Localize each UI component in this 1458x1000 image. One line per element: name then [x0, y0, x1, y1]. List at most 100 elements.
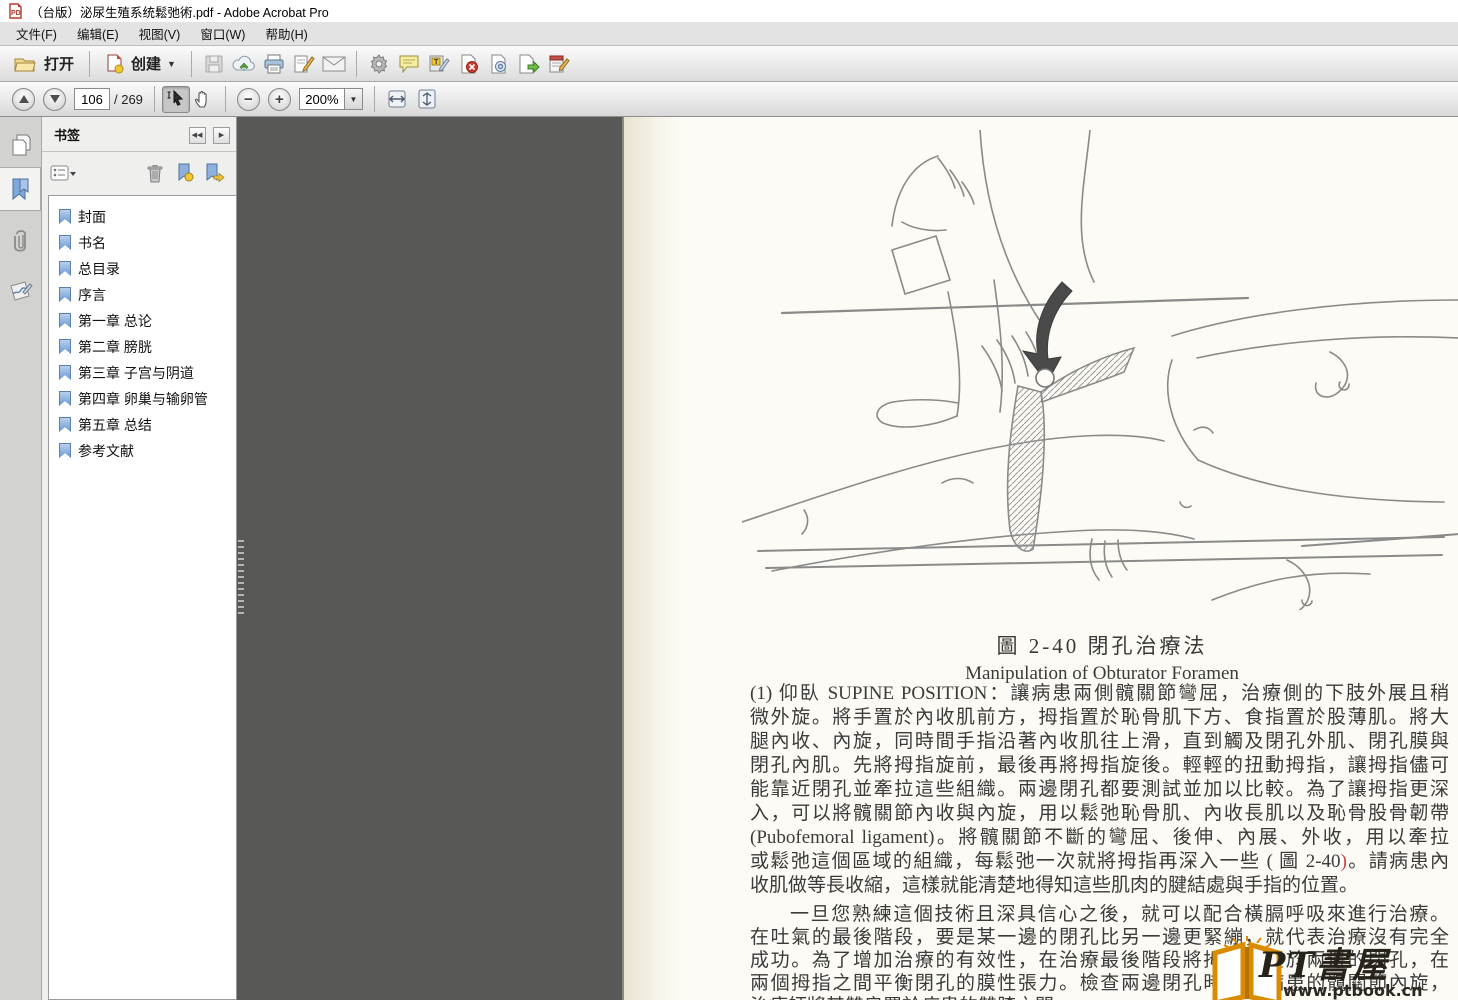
- gear-icon: [369, 53, 389, 74]
- toolbar-separator: [89, 50, 91, 77]
- select-tool-button[interactable]: [161, 85, 190, 113]
- panel-resize-handle[interactable]: [238, 540, 244, 614]
- bookmark-icon: [59, 365, 71, 380]
- toolbar-separator: [153, 86, 155, 112]
- main-toolbar: 打开 创建 ▼ T: [0, 46, 1458, 82]
- collapse-panel-button[interactable]: ◀◀: [188, 126, 206, 144]
- tab-attachments[interactable]: [0, 219, 41, 263]
- bookmark-item[interactable]: 参考文献: [59, 438, 232, 464]
- menu-item[interactable]: 帮助(H): [255, 21, 317, 46]
- bookmark-label: 书名: [78, 235, 106, 251]
- bookmark-item[interactable]: 第四章 卵巢与输卵管: [59, 386, 232, 412]
- attach-file-button[interactable]: [484, 50, 514, 78]
- forms-button[interactable]: [544, 50, 574, 78]
- open-button[interactable]: 打开: [6, 49, 82, 78]
- bookmark-item[interactable]: 第三章 子宫与阴道: [59, 360, 232, 386]
- bookmark-item[interactable]: 第五章 总结: [59, 412, 232, 438]
- options-menu-button[interactable]: [50, 161, 76, 185]
- bookmark-list: 封面书名总目录序言第一章 总论 第二章 膀胱 第三章 子宫与阴道 第四章 卵巢与输卵管…: [48, 195, 236, 1000]
- email-icon: [322, 55, 346, 73]
- new-bookmark-button[interactable]: [172, 161, 198, 185]
- pdf-page: 圖 2-40 閉孔治療法 Manipulation of Obturator F…: [622, 117, 1458, 1000]
- email-button[interactable]: [319, 50, 349, 78]
- bookmark-item[interactable]: 书名: [59, 230, 232, 256]
- menu-bar: 文件(F) 编辑(E) 视图(V) 窗口(W) 帮助(H): [0, 22, 1458, 46]
- fit-page-button[interactable]: [412, 85, 442, 113]
- export-icon: [518, 54, 540, 74]
- zoom-out-button[interactable]: −: [236, 87, 260, 111]
- bookmark-actions-button[interactable]: [202, 161, 228, 185]
- bookmark-label: 总目录: [78, 261, 120, 277]
- print-button[interactable]: [259, 50, 289, 78]
- page-number-input[interactable]: [74, 88, 110, 110]
- save-icon: [204, 54, 224, 74]
- acrobat-window: PD （台版）泌尿生殖系统鬆弛術.pdf - Adobe Acrobat Pro…: [0, 0, 1458, 1000]
- zoom-in-button[interactable]: +: [267, 87, 291, 111]
- text-line: 腿內收、內旋，同時間手指沿著內收肌往上滑，直到觸及閉孔外肌、閉孔膜與: [750, 731, 1449, 752]
- sign-button[interactable]: [289, 50, 319, 78]
- zoom-in-icon: +: [275, 90, 284, 108]
- paragraph-1: (1) 仰臥 SUPINE POSITION：讓病患兩側髖關節彎屈，治療側的下肢…: [750, 682, 1449, 898]
- menu-item[interactable]: 文件(F): [6, 21, 67, 46]
- tab-bookmarks[interactable]: [0, 167, 41, 211]
- figure-reference-link[interactable]: ): [1341, 851, 1347, 872]
- new-bookmark-icon: [176, 163, 194, 183]
- bookmark-icon: [59, 391, 71, 406]
- delete-bookmark-button[interactable]: [142, 161, 168, 185]
- menu-item[interactable]: 编辑(E): [67, 21, 129, 46]
- menu-item[interactable]: 视图(V): [129, 21, 191, 46]
- figure-caption-zh: 圖 2-40 閉孔治療法: [996, 634, 1208, 658]
- zoom-level-control: 200% ▼: [298, 88, 363, 110]
- cloud-upload-icon: [232, 54, 256, 74]
- select-tool-icon: [166, 89, 186, 109]
- main-area: 书签 ◀◀ ▶ 封面 书名 总目录 序言 第一章 总论 第二章 膀胱 第三章 子…: [0, 117, 1458, 1000]
- fit-width-button[interactable]: [382, 85, 412, 113]
- bookmark-icon: [59, 235, 71, 250]
- zoom-level-value[interactable]: 200%: [298, 88, 345, 110]
- next-page-icon: [49, 95, 60, 103]
- export-button[interactable]: [514, 50, 544, 78]
- comment-button[interactable]: [394, 50, 424, 78]
- title-bar: PD （台版）泌尿生殖系统鬆弛術.pdf - Adobe Acrobat Pro: [0, 0, 1458, 22]
- toolbar-separator: [190, 50, 192, 77]
- bookmark-item[interactable]: 总目录: [59, 256, 232, 282]
- hand-tool-button[interactable]: [190, 86, 218, 113]
- navigation-toolbar: / 269 − + 200% ▼: [0, 82, 1458, 117]
- previous-page-button[interactable]: [12, 87, 35, 111]
- tab-signatures[interactable]: [0, 269, 41, 313]
- bookmark-icon: [59, 339, 71, 354]
- bookmark-icon: [59, 287, 71, 302]
- bookmark-item[interactable]: 第一章 总论: [59, 308, 232, 334]
- text-line: 閉孔內肌。先將拇指旋前，最後再將拇指旋後。輕輕的扭動拇指，讓拇指儘可: [750, 755, 1449, 776]
- bookmarks-panel-header: 书签 ◀◀ ▶: [42, 117, 236, 152]
- text-line: 一旦您熟練這個技術且深具信心之後，就可以配合橫膈呼吸來進行治療。: [790, 904, 1449, 925]
- bookmark-item[interactable]: 序言: [59, 282, 232, 308]
- tab-page-thumbnails[interactable]: [0, 123, 41, 167]
- toolbar-separator: [355, 50, 357, 77]
- delete-pages-button[interactable]: [454, 50, 484, 78]
- highlight-text-button[interactable]: T: [424, 50, 454, 78]
- bookmark-item[interactable]: 封面: [59, 204, 232, 230]
- bookmark-label: 参考文献: [78, 443, 134, 459]
- pages-icon: [10, 133, 32, 157]
- bookmark-label: 序言: [78, 287, 106, 303]
- bookmarks-icon: [10, 177, 30, 201]
- menu-item[interactable]: 窗口(W): [190, 21, 255, 46]
- zoom-dropdown-button[interactable]: ▼: [344, 88, 363, 110]
- expand-panel-button[interactable]: ▶: [213, 126, 230, 144]
- comment-icon: [398, 54, 420, 73]
- highlight-text-icon: T: [428, 54, 450, 74]
- cloud-upload-button[interactable]: [229, 50, 259, 78]
- next-page-button[interactable]: [43, 87, 66, 111]
- create-button[interactable]: 创建 ▼: [97, 49, 184, 78]
- fit-width-icon: [386, 89, 408, 109]
- document-area[interactable]: 圖 2-40 閉孔治療法 Manipulation of Obturator F…: [237, 117, 1458, 1000]
- delete-pages-icon: [459, 54, 479, 74]
- customize-button[interactable]: [364, 50, 394, 78]
- bookmarks-panel: 书签 ◀◀ ▶ 封面 书名 总目录 序言 第一章 总论 第二章 膀胱 第三章 子…: [42, 117, 237, 1000]
- text-line: 微外旋。將手置於內收肌前方，拇指置於恥骨肌下方、食指置於股薄肌。將大: [750, 707, 1449, 728]
- save-button[interactable]: [199, 50, 229, 78]
- bookmark-item[interactable]: 第二章 膀胱: [59, 334, 232, 360]
- pdf-file-icon: PD: [8, 3, 23, 19]
- bookmark-icon: [59, 417, 71, 432]
